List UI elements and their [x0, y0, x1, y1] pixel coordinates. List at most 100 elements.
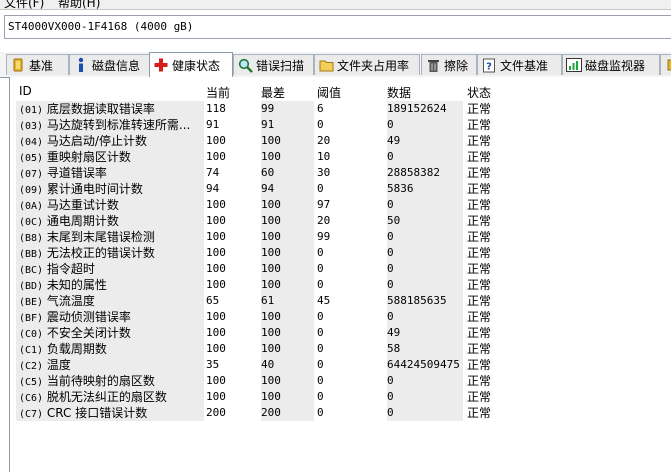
cell-worst: 100: [261, 262, 281, 275]
cell-status: 正常: [467, 294, 492, 308]
cell-status: 正常: [467, 246, 492, 260]
cell-threshold: 0: [317, 262, 324, 275]
header-status: 状态: [467, 86, 492, 100]
cell-threshold: 0: [317, 342, 324, 355]
health-panel: ID 当前 最差 阈值 数据 状态 (01) 底层数据读取错误率 (03) 马达旋…: [9, 77, 671, 472]
cell-threshold: 6: [317, 102, 324, 115]
cell-data: 5836: [387, 182, 414, 195]
cell-data: 0: [387, 390, 394, 403]
cell-current: 100: [206, 310, 226, 323]
attribute-cell: (07) 寻道错误率: [19, 165, 204, 181]
cell-worst: 100: [261, 150, 281, 163]
header-id: ID: [19, 84, 32, 98]
cell-worst: 100: [261, 134, 281, 147]
drive-select[interactable]: ST4000VX000-1F4168 (4000 gB): [4, 15, 671, 39]
attribute-id: (01): [19, 105, 44, 116]
cell-threshold: 0: [317, 326, 324, 339]
col-data: 189152624 0 49 0 28858382 5836 0 50 0 0 0 0 58818563…: [387, 101, 463, 421]
cell-worst: 60: [261, 166, 275, 179]
menu-file[interactable]: 文件(F): [4, 0, 44, 9]
cell-current: 100: [206, 198, 226, 211]
cell-data: 189152624: [387, 102, 447, 115]
cell-status: 正常: [467, 374, 492, 388]
attribute-name: 寻道错误率: [46, 166, 107, 180]
col-threshold: 6 0 20 10 30 0 97 20 99 0 0 0 45 0 0 0 0 0 0 0: [317, 101, 383, 421]
attribute-id: (C1): [19, 345, 44, 356]
attribute-id: (BB): [19, 249, 44, 260]
cell-status: 正常: [467, 358, 492, 372]
cell-worst: 100: [261, 310, 281, 323]
cell-worst: 61: [261, 294, 275, 307]
menu-help[interactable]: 帮助(H): [58, 0, 100, 9]
attribute-name: 无法校正的错误计数: [46, 246, 155, 260]
cell-status: 正常: [467, 230, 492, 244]
attribute-cell: (04) 马达启动/停止计数: [19, 133, 204, 149]
info-icon: [73, 57, 89, 73]
attribute-id: (C2): [19, 361, 44, 372]
cell-status: 正常: [467, 102, 492, 116]
tab-health[interactable]: 健康状态: [149, 52, 233, 77]
attribute-id: (04): [19, 137, 44, 148]
cell-status: 正常: [467, 262, 492, 276]
cell-status: 正常: [467, 214, 492, 228]
cell-current: 118: [206, 102, 226, 115]
cell-current: 100: [206, 230, 226, 243]
cell-worst: 100: [261, 374, 281, 387]
attribute-id: (0C): [19, 217, 44, 228]
tab-bar: 基准 磁盘信息 健康状态 错误扫描 文件夹占用率 擦除 ? 文件基准 磁盘监视器: [0, 52, 671, 78]
attribute-id: (B8): [19, 233, 44, 244]
cell-status: 正常: [467, 198, 492, 212]
attribute-name: 重映射扇区计数: [46, 150, 131, 164]
folder-icon: [318, 57, 334, 73]
cell-status: 正常: [467, 278, 492, 292]
attribute-cell: (01) 底层数据读取错误率: [19, 101, 204, 117]
cell-status: 正常: [467, 182, 492, 196]
tab-benchmark[interactable]: 基准: [6, 54, 69, 75]
attribute-name: 温度: [46, 358, 71, 372]
cell-threshold: 20: [317, 134, 331, 147]
tab-error-scan[interactable]: 错误扫描: [233, 54, 314, 75]
cell-status: 正常: [467, 150, 492, 164]
tab-disk-info[interactable]: 磁盘信息: [69, 54, 150, 75]
cell-current: 35: [206, 358, 220, 371]
cell-current: 100: [206, 262, 226, 275]
cell-data: 588185635: [387, 294, 447, 307]
cell-status: 正常: [467, 166, 492, 180]
attribute-cell: (C2) 温度: [19, 357, 204, 373]
col-current: 118 91 100 100 74 94 100 100 100 100 100 100 65 100 10…: [206, 101, 256, 421]
attribute-name: 末尾到末尾错误检测: [46, 230, 155, 244]
tab-overflow[interactable]: [660, 54, 671, 75]
cell-current: 100: [206, 134, 226, 147]
cell-worst: 100: [261, 390, 281, 403]
cell-threshold: 10: [317, 150, 331, 163]
attribute-id: (09): [19, 185, 44, 196]
header-current: 当前: [206, 86, 231, 100]
trash-icon: [425, 57, 441, 73]
attribute-name: 当前待映射的扇区数: [46, 374, 155, 388]
tab-folder-usage[interactable]: 文件夹占用率: [314, 54, 420, 75]
cell-current: 94: [206, 182, 220, 195]
cell-current: 100: [206, 278, 226, 291]
attribute-name: 通电周期计数: [46, 214, 119, 228]
cell-threshold: 0: [317, 358, 324, 371]
cell-status: 正常: [467, 118, 492, 132]
tab-erase[interactable]: 擦除: [421, 54, 477, 75]
attribute-cell: (0A) 马达重试计数: [19, 197, 204, 213]
cell-worst: 100: [261, 214, 281, 227]
attribute-id: (07): [19, 169, 44, 180]
gold-bar-icon: [10, 57, 26, 73]
header-threshold: 阈值: [317, 86, 342, 100]
attribute-id: (05): [19, 153, 44, 164]
attribute-name: 累计通电时间计数: [46, 182, 143, 196]
tab-disk-monitor[interactable]: 磁盘监视器: [562, 54, 660, 75]
tab-label: 文件基准: [500, 58, 549, 73]
attribute-name: 负载周期数: [46, 342, 107, 356]
cell-threshold: 45: [317, 294, 331, 307]
attribute-name: 气流温度: [46, 294, 95, 308]
cell-worst: 100: [261, 230, 281, 243]
tab-file-benchmark[interactable]: ? 文件基准: [477, 54, 562, 75]
attribute-id: (BF): [19, 313, 44, 324]
monitor-chart-icon: [566, 57, 582, 73]
cell-worst: 100: [261, 198, 281, 211]
tab-overflow-icon: [663, 57, 671, 73]
